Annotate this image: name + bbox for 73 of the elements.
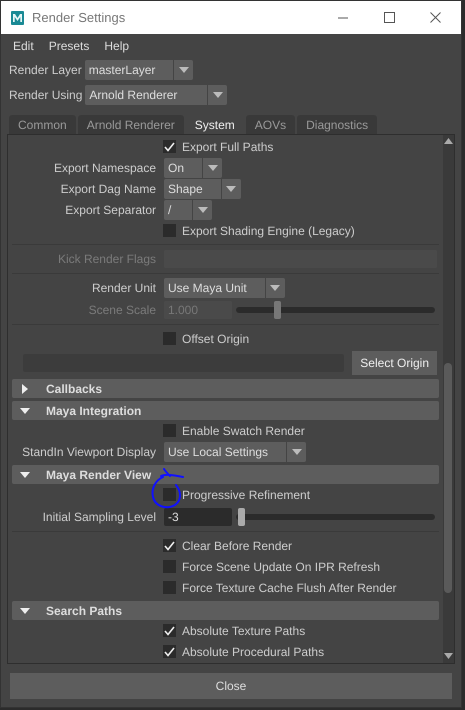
close-button[interactable]: Close <box>10 673 452 699</box>
expanded-arrow-icon <box>20 608 30 614</box>
field-label: Initial Sampling Level <box>42 510 156 524</box>
tab[interactable]: Common <box>9 115 76 134</box>
checkbox[interactable] <box>163 424 176 437</box>
dropdown[interactable]: / <box>164 200 212 220</box>
checkbox[interactable] <box>163 488 176 501</box>
checkbox-label: Enable Swatch Render <box>182 422 305 440</box>
checkbox[interactable] <box>163 560 176 573</box>
checkbox-label: Absolute Procedural Paths <box>182 644 324 660</box>
checkbox[interactable] <box>163 332 176 345</box>
checkbox[interactable] <box>163 581 176 594</box>
window-title: Render Settings <box>32 8 126 27</box>
dropdown[interactable]: Use Local Settings <box>164 442 306 462</box>
checkbox-label: Export Shading Engine (Legacy) <box>182 222 355 240</box>
dropdown[interactable]: On <box>164 158 222 178</box>
checkbox[interactable] <box>163 624 176 637</box>
menu-item[interactable]: Edit <box>13 37 34 55</box>
field-label: Render Layer <box>9 62 82 79</box>
caret-icon <box>208 164 218 170</box>
expanded-arrow-icon <box>20 472 30 478</box>
collapsed-arrow-icon <box>22 384 28 394</box>
checkmark-icon <box>164 646 175 656</box>
scrollbar[interactable] <box>443 135 454 663</box>
checkbox[interactable] <box>163 224 176 237</box>
caret-icon <box>226 186 236 192</box>
checkbox-label: Offset Origin <box>182 330 250 348</box>
checkbox[interactable] <box>163 645 176 658</box>
checkmark-icon <box>164 540 175 550</box>
checkmark-icon <box>164 626 175 636</box>
checkbox[interactable] <box>163 539 176 552</box>
menu-item[interactable]: Help <box>104 37 130 55</box>
field-label: Export Dag Name <box>60 182 156 196</box>
field-label: Render Using <box>9 87 82 104</box>
app-logo-icon <box>11 10 24 24</box>
caret-icon <box>212 92 223 98</box>
dropdown[interactable]: Use Maya Unit <box>164 278 285 298</box>
scroll-up-icon[interactable] <box>444 138 453 144</box>
select-origin-button[interactable]: Select Origin <box>352 351 437 375</box>
checkbox-label: Force Texture Cache Flush After Render <box>182 580 397 596</box>
checkbox[interactable] <box>163 140 176 153</box>
caret-icon <box>198 206 208 212</box>
checkbox-label: Absolute Texture Paths <box>182 622 306 640</box>
tab[interactable]: AOVs <box>246 115 296 134</box>
checkbox-label: Export Full Paths <box>182 138 274 156</box>
tab[interactable]: Arnold Renderer <box>78 115 184 134</box>
field-label: StandIn Viewport Display <box>22 444 156 458</box>
expanded-arrow-icon <box>20 408 30 414</box>
field-label: Render Unit <box>92 280 156 294</box>
scroll-down-icon[interactable] <box>444 653 453 659</box>
section-header[interactable]: Search Paths <box>12 601 439 620</box>
dropdown[interactable]: Arnold Renderer <box>85 85 228 105</box>
caret-icon <box>292 448 302 454</box>
dropdown[interactable]: masterLayer <box>84 60 194 80</box>
checkbox-label: Clear Before Render <box>182 538 292 554</box>
maximize-icon[interactable] <box>384 12 395 23</box>
checkbox-label: Progressive Refinement <box>182 486 310 504</box>
slider-handle[interactable] <box>238 508 245 526</box>
tab[interactable]: Diagnostics <box>297 115 378 134</box>
caret-icon <box>178 67 189 73</box>
close-icon[interactable] <box>430 12 441 23</box>
section-header[interactable]: Maya Render View <box>12 465 439 484</box>
dropdown[interactable]: Shape <box>164 178 241 198</box>
checkmark-icon <box>164 142 175 152</box>
menu-item[interactable]: Presets <box>48 37 90 55</box>
number-field[interactable]: -3 <box>164 508 232 526</box>
section-header[interactable]: Callbacks <box>12 379 439 398</box>
field-label: Export Namespace <box>54 160 156 174</box>
caret-icon <box>270 284 280 290</box>
checkbox-label: Force Scene Update On IPR Refresh <box>182 558 380 576</box>
scrollbar-thumb[interactable] <box>444 363 452 593</box>
field-label: Export Separator <box>65 202 156 216</box>
section-header[interactable]: Maya Integration <box>12 401 439 420</box>
